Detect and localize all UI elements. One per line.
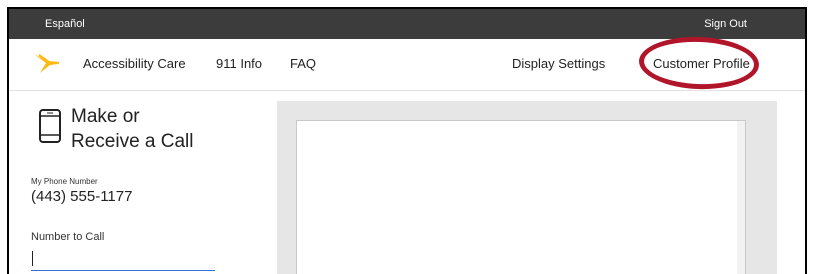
my-phone-number-value: (443) 555-1177 (31, 188, 133, 205)
top-utility-bar: Español Sign Out (9, 9, 805, 39)
conversation-scrollbar[interactable] (737, 121, 745, 274)
app-window: Español Sign Out Accessibility Care 911 … (7, 7, 807, 274)
my-phone-number-label: My Phone Number (31, 177, 98, 186)
call-panel-title: Make or Receive a Call (71, 104, 194, 154)
sign-out-link[interactable]: Sign Out (704, 18, 747, 30)
number-to-call-label: Number to Call (31, 231, 105, 243)
mobile-phone-icon (39, 109, 61, 143)
sprint-logo-icon[interactable] (31, 51, 63, 77)
nav-911-info[interactable]: 911 Info (216, 56, 262, 71)
call-panel-title-line1: Make or (71, 106, 140, 127)
number-to-call-input[interactable] (31, 248, 215, 271)
conversation-panel (277, 101, 777, 274)
nav-faq[interactable]: FAQ (290, 56, 316, 71)
language-toggle-link[interactable]: Español (45, 18, 85, 30)
conversation-area[interactable] (296, 120, 746, 274)
main-nav: Accessibility Care 911 Info FAQ Display … (9, 34, 805, 92)
nav-display-settings[interactable]: Display Settings (512, 56, 605, 71)
nav-accessibility-care[interactable]: Accessibility Care (83, 56, 186, 71)
call-sidebar: Make or Receive a Call My Phone Number (… (9, 91, 277, 274)
text-caret (32, 251, 33, 266)
call-panel-title-line2: Receive a Call (71, 131, 194, 152)
highlight-circle-annotation (638, 34, 760, 92)
